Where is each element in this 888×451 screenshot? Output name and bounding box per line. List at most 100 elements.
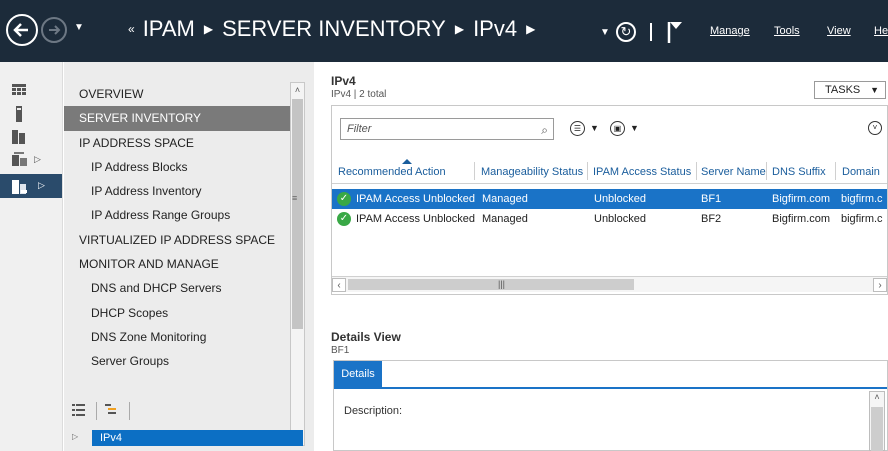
details-view-title: Details View [331,330,401,344]
chevron-right-icon: ▶ [454,22,465,36]
toolbar-divider [649,23,652,41]
expand-arrow-icon[interactable]: ▷ [38,180,45,191]
local-server-icon[interactable] [8,104,52,124]
breadcrumb: « IPAM ▶ SERVER INVENTORY ▶ IPv4 ▶ [128,16,544,42]
grid-horizontal-scrollbar[interactable]: ‹ ||| › [332,276,887,292]
cell-recommended-action: IPAM Access Unblocked [356,213,476,225]
cell-dns-suffix: Bigfirm.com [772,213,831,225]
filter-input[interactable]: Filter ⌕ [340,118,554,140]
nav-item-ip-address-space[interactable]: IP ADDRESS SPACE [64,131,290,155]
list-view-icon[interactable] [72,404,88,418]
cell-recommended-action: IPAM Access Unblocked [356,193,476,205]
menu-manage[interactable]: Manage [710,25,750,37]
forward-arrow-icon[interactable] [41,17,67,43]
breadcrumb-ipv4[interactable]: IPv4 [473,16,517,42]
menu-tools[interactable]: Tools [774,25,800,37]
tree-expand-icon[interactable]: ▷ [72,432,78,441]
tab-details[interactable]: Details [334,361,382,387]
nav-item-ip-address-inventory[interactable]: IP Address Inventory [64,179,290,203]
criteria-button[interactable]: ☰ ▼ [570,119,602,139]
tab-underline [334,387,887,389]
server-grid: Filter ⌕ ☰ ▼ ▣ ▼ ˅ Recommended Action Ma… [331,105,888,295]
expand-arrow-icon[interactable]: ▷ [34,154,41,165]
menu-help[interactable]: He [874,25,888,37]
breadcrumb-lead[interactable]: « [128,22,135,36]
cell-server-name: BF1 [701,193,722,205]
page-subtitle: IPv4 | 2 total [331,89,387,100]
column-divider[interactable] [474,162,475,180]
ipam-icon[interactable]: ▷ [0,174,62,198]
scroll-grip-icon: ||| [498,279,506,289]
cell-domain: bigfirm.c [841,213,883,225]
tasks-dropdown[interactable]: TASKS ▼ [814,81,886,99]
column-divider[interactable] [696,162,697,180]
scroll-thumb[interactable] [871,407,883,451]
scroll-right-icon[interactable]: › [873,278,887,292]
expand-icon[interactable]: ˅ [868,121,882,135]
nav-item-server-inventory[interactable]: SERVER INVENTORY [64,106,290,131]
all-servers-icon[interactable] [8,126,52,146]
list-options-icon: ☰ [570,121,585,136]
column-divider[interactable] [766,162,767,180]
breadcrumb-ipam[interactable]: IPAM [143,16,195,42]
file-storage-services-icon[interactable]: ▷ [8,150,52,170]
chevron-right-icon[interactable]: ▶ [526,22,535,36]
cell-access-status: Unblocked [594,213,646,225]
check-circle-icon: ✓ [337,212,351,226]
column-divider[interactable] [835,162,836,180]
notification-flag-icon[interactable] [666,20,684,44]
back-arrow-icon[interactable] [6,14,38,46]
refresh-icon[interactable]: ↻ [615,22,636,42]
cell-manageability: Managed [482,193,528,205]
details-scrollbar[interactable]: ˄ [869,391,885,451]
column-divider[interactable] [587,162,588,180]
nav-item-dhcp-scopes[interactable]: DHCP Scopes [64,301,290,325]
nav-item-ip-address-blocks[interactable]: IP Address Blocks [64,155,290,179]
column-dns-suffix[interactable]: DNS Suffix [772,166,826,178]
page-title: IPv4 [331,74,356,88]
column-ipam-access-status[interactable]: IPAM Access Status [593,166,691,178]
column-recommended-action[interactable]: Recommended Action [338,159,446,178]
nav-item-server-groups[interactable]: Server Groups [64,349,290,373]
scroll-up-icon[interactable]: ˄ [870,392,884,406]
server-manager-icon-strip: ▷ ▷ [0,62,63,451]
scroll-thumb[interactable] [292,99,303,329]
save-query-icon: ▣ [610,121,625,136]
nav-item-dns-zone-monitoring[interactable]: DNS Zone Monitoring [64,325,290,349]
column-server-name[interactable]: Server Name [701,166,766,178]
description-label: Description: [344,405,403,417]
chevron-down-icon: ▼ [870,85,879,95]
column-domain[interactable]: Domain [842,166,880,178]
nav-item-monitor-and-manage[interactable]: MONITOR AND MANAGE [64,252,290,276]
history-dropdown-icon[interactable]: ▼ [74,22,84,33]
menu-view[interactable]: View [827,25,851,37]
scroll-thumb[interactable]: ||| [348,279,634,290]
tree-item-ipv4[interactable]: IPv4 [92,430,303,446]
nav-item-overview[interactable]: OVERVIEW [64,82,290,106]
nav-scrollbar[interactable]: ˄ ≡ ˅ [290,82,305,446]
table-row[interactable]: ✓ IPAM Access Unblocked Managed Unblocke… [332,189,887,209]
cell-server-name: BF2 [701,213,722,225]
chevron-down-icon: ▼ [630,123,639,133]
view-divider [129,402,130,420]
table-row[interactable]: ✓ IPAM Access Unblocked Managed Unblocke… [332,209,887,229]
chevron-right-icon: ▶ [203,22,214,36]
breadcrumb-server-inventory[interactable]: SERVER INVENTORY [222,16,446,42]
tasks-label: TASKS [825,84,861,96]
scroll-up-icon[interactable]: ˄ [291,83,304,97]
search-icon[interactable]: ⌕ [541,120,548,140]
nav-item-virtualized-ip-address-space[interactable]: VIRTUALIZED IP ADDRESS SPACE [64,228,290,252]
grid-header: Recommended Action Manageability Status … [332,158,887,184]
scroll-left-icon[interactable]: ‹ [332,278,346,292]
column-manageability-status[interactable]: Manageability Status [481,166,583,178]
tree-view-icon[interactable] [105,404,121,418]
save-query-button[interactable]: ▣ ▼ [610,119,642,139]
title-bar: ▼ « IPAM ▶ SERVER INVENTORY ▶ IPv4 ▶ ▼ ↻… [0,0,888,62]
navigation-pane: OVERVIEW SERVER INVENTORY IP ADDRESS SPA… [64,62,314,451]
breadcrumb-dropdown-icon[interactable]: ▼ [600,27,610,38]
main-content: IPv4 IPv4 | 2 total TASKS ▼ Filter ⌕ ☰ ▼… [315,62,888,451]
nav-item-dns-dhcp-servers[interactable]: DNS and DHCP Servers [64,276,290,300]
dashboard-icon[interactable] [8,82,52,102]
view-switcher [64,400,304,422]
nav-item-ip-address-range-groups[interactable]: IP Address Range Groups [64,203,290,227]
